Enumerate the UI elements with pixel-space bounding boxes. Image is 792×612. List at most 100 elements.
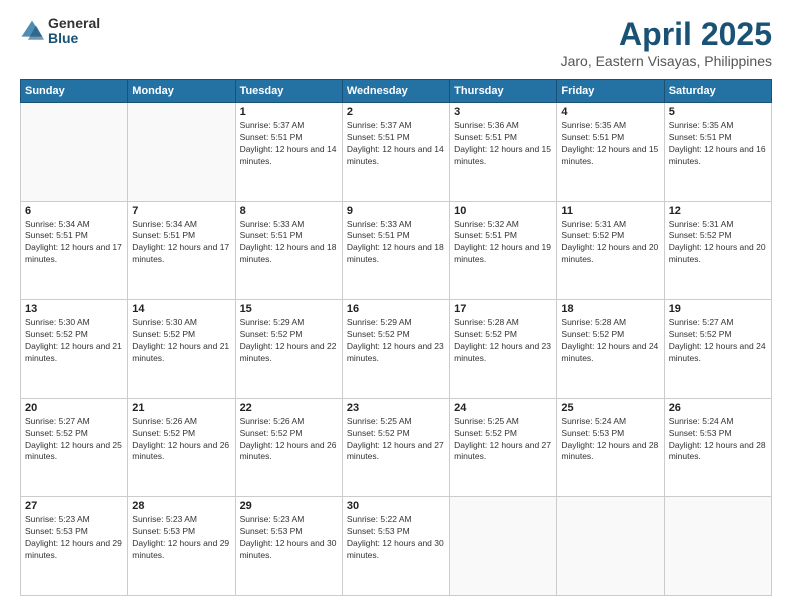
day-number: 9 [347,205,445,217]
cell-text: Sunrise: 5:30 AM Sunset: 5:52 PM Dayligh… [132,317,230,365]
day-number: 25 [561,402,659,414]
cell-text: Sunrise: 5:31 AM Sunset: 5:52 PM Dayligh… [669,219,767,267]
cell-text: Sunrise: 5:29 AM Sunset: 5:52 PM Dayligh… [347,317,445,365]
cell-text: Sunrise: 5:29 AM Sunset: 5:52 PM Dayligh… [240,317,338,365]
cell-text: Sunrise: 5:22 AM Sunset: 5:53 PM Dayligh… [347,514,445,562]
cell-text: Sunrise: 5:28 AM Sunset: 5:52 PM Dayligh… [454,317,552,365]
day-number: 5 [669,106,767,118]
day-number: 12 [669,205,767,217]
calendar-cell: 25 Sunrise: 5:24 AM Sunset: 5:53 PM Dayli… [557,398,664,497]
calendar-cell: 10 Sunrise: 5:32 AM Sunset: 5:51 PM Dayli… [450,201,557,300]
calendar: Sunday Monday Tuesday Wednesday Thursday… [20,79,772,596]
header-row: Sunday Monday Tuesday Wednesday Thursday… [21,80,772,103]
calendar-cell: 11Sunrise: 5:31 AM Sunset: 5:52 PM Dayli… [557,201,664,300]
cell-text: Sunrise: 5:27 AM Sunset: 5:52 PM Dayligh… [669,317,767,365]
cell-text: Sunrise: 5:35 AM Sunset: 5:51 PM Dayligh… [669,120,767,168]
calendar-cell [557,497,664,596]
calendar-cell [664,497,771,596]
calendar-cell: 13Sunrise: 5:30 AM Sunset: 5:52 PM Dayli… [21,300,128,399]
calendar-cell: 20Sunrise: 5:27 AM Sunset: 5:52 PM Dayli… [21,398,128,497]
day-number: 19 [669,303,767,315]
cell-text: Sunrise: 5:25 AM Sunset: 5:52 PM Dayligh… [347,416,445,464]
day-number: 6 [25,205,123,217]
cell-text: Sunrise: 5:23 AM Sunset: 5:53 PM Dayligh… [240,514,338,562]
cell-text: Sunrise: 5:36 AM Sunset: 5:51 PM Dayligh… [454,120,552,168]
cell-text: Sunrise: 5:27 AM Sunset: 5:52 PM Dayligh… [25,416,123,464]
day-number: 27 [25,500,123,512]
cell-text: Sunrise: 5:23 AM Sunset: 5:53 PM Dayligh… [132,514,230,562]
day-number: 2 [347,106,445,118]
col-friday: Friday [557,80,664,103]
cell-text: Sunrise: 5:37 AM Sunset: 5:51 PM Dayligh… [347,120,445,168]
cell-text: Sunrise: 5:33 AM Sunset: 5:51 PM Dayligh… [240,219,338,267]
day-number: 22 [240,402,338,414]
calendar-cell: 9 Sunrise: 5:33 AM Sunset: 5:51 PM Daylig… [342,201,449,300]
cell-text: Sunrise: 5:24 AM Sunset: 5:53 PM Dayligh… [561,416,659,464]
calendar-cell: 2 Sunrise: 5:37 AM Sunset: 5:51 PM Daylig… [342,103,449,202]
day-number: 29 [240,500,338,512]
calendar-cell: 22 Sunrise: 5:26 AM Sunset: 5:52 PM Dayli… [235,398,342,497]
day-number: 7 [132,205,230,217]
cell-text: Sunrise: 5:34 AM Sunset: 5:51 PM Dayligh… [132,219,230,267]
calendar-week-5: 27 Sunrise: 5:23 AM Sunset: 5:53 PM Dayli… [21,497,772,596]
day-number: 11 [561,205,659,217]
day-number: 17 [454,303,552,315]
calendar-cell: 24Sunrise: 5:25 AM Sunset: 5:52 PM Dayli… [450,398,557,497]
cell-text: Sunrise: 5:26 AM Sunset: 5:52 PM Dayligh… [240,416,338,464]
page: General Blue April 2025 Jaro, Eastern Vi… [0,0,792,612]
calendar-cell: 4 Sunrise: 5:35 AM Sunset: 5:51 PM Daylig… [557,103,664,202]
calendar-cell: 27 Sunrise: 5:23 AM Sunset: 5:53 PM Dayli… [21,497,128,596]
calendar-cell: 12 Sunrise: 5:31 AM Sunset: 5:52 PM Dayli… [664,201,771,300]
cell-text: Sunrise: 5:28 AM Sunset: 5:52 PM Dayligh… [561,317,659,365]
day-number: 26 [669,402,767,414]
cell-text: Sunrise: 5:24 AM Sunset: 5:53 PM Dayligh… [669,416,767,464]
day-number: 18 [561,303,659,315]
day-number: 3 [454,106,552,118]
month-title: April 2025 [561,16,772,53]
cell-text: Sunrise: 5:32 AM Sunset: 5:51 PM Dayligh… [454,219,552,267]
logo-general: General [48,16,100,31]
calendar-week-4: 20Sunrise: 5:27 AM Sunset: 5:52 PM Dayli… [21,398,772,497]
day-number: 16 [347,303,445,315]
title-block: April 2025 Jaro, Eastern Visayas, Philip… [561,16,772,69]
day-number: 14 [132,303,230,315]
cell-text: Sunrise: 5:23 AM Sunset: 5:53 PM Dayligh… [25,514,123,562]
cell-text: Sunrise: 5:37 AM Sunset: 5:51 PM Dayligh… [240,120,338,168]
calendar-cell: 1 Sunrise: 5:37 AM Sunset: 5:51 PM Daylig… [235,103,342,202]
calendar-cell: 16 Sunrise: 5:29 AM Sunset: 5:52 PM Dayli… [342,300,449,399]
cell-text: Sunrise: 5:30 AM Sunset: 5:52 PM Dayligh… [25,317,123,365]
day-number: 1 [240,106,338,118]
calendar-body: 1 Sunrise: 5:37 AM Sunset: 5:51 PM Daylig… [21,103,772,596]
logo-text: General Blue [48,16,100,47]
calendar-cell [450,497,557,596]
logo-blue: Blue [48,31,100,46]
col-thursday: Thursday [450,80,557,103]
calendar-header: Sunday Monday Tuesday Wednesday Thursday… [21,80,772,103]
calendar-cell [128,103,235,202]
header: General Blue April 2025 Jaro, Eastern Vi… [20,16,772,69]
calendar-week-1: 1 Sunrise: 5:37 AM Sunset: 5:51 PM Daylig… [21,103,772,202]
day-number: 23 [347,402,445,414]
calendar-cell: 8 Sunrise: 5:33 AM Sunset: 5:51 PM Daylig… [235,201,342,300]
day-number: 10 [454,205,552,217]
col-tuesday: Tuesday [235,80,342,103]
location: Jaro, Eastern Visayas, Philippines [561,53,772,69]
calendar-cell: 17 Sunrise: 5:28 AM Sunset: 5:52 PM Dayli… [450,300,557,399]
day-number: 4 [561,106,659,118]
calendar-cell: 15Sunrise: 5:29 AM Sunset: 5:52 PM Dayli… [235,300,342,399]
col-saturday: Saturday [664,80,771,103]
cell-text: Sunrise: 5:26 AM Sunset: 5:52 PM Dayligh… [132,416,230,464]
cell-text: Sunrise: 5:33 AM Sunset: 5:51 PM Dayligh… [347,219,445,267]
calendar-cell: 18 Sunrise: 5:28 AM Sunset: 5:52 PM Dayli… [557,300,664,399]
col-wednesday: Wednesday [342,80,449,103]
cell-text: Sunrise: 5:35 AM Sunset: 5:51 PM Dayligh… [561,120,659,168]
calendar-cell: 26 Sunrise: 5:24 AM Sunset: 5:53 PM Dayli… [664,398,771,497]
day-number: 24 [454,402,552,414]
calendar-cell: 21Sunrise: 5:26 AM Sunset: 5:52 PM Dayli… [128,398,235,497]
logo-icon [20,19,44,43]
calendar-cell [21,103,128,202]
day-number: 8 [240,205,338,217]
calendar-cell: 28Sunrise: 5:23 AM Sunset: 5:53 PM Dayli… [128,497,235,596]
calendar-cell: 5 Sunrise: 5:35 AM Sunset: 5:51 PM Daylig… [664,103,771,202]
col-sunday: Sunday [21,80,128,103]
